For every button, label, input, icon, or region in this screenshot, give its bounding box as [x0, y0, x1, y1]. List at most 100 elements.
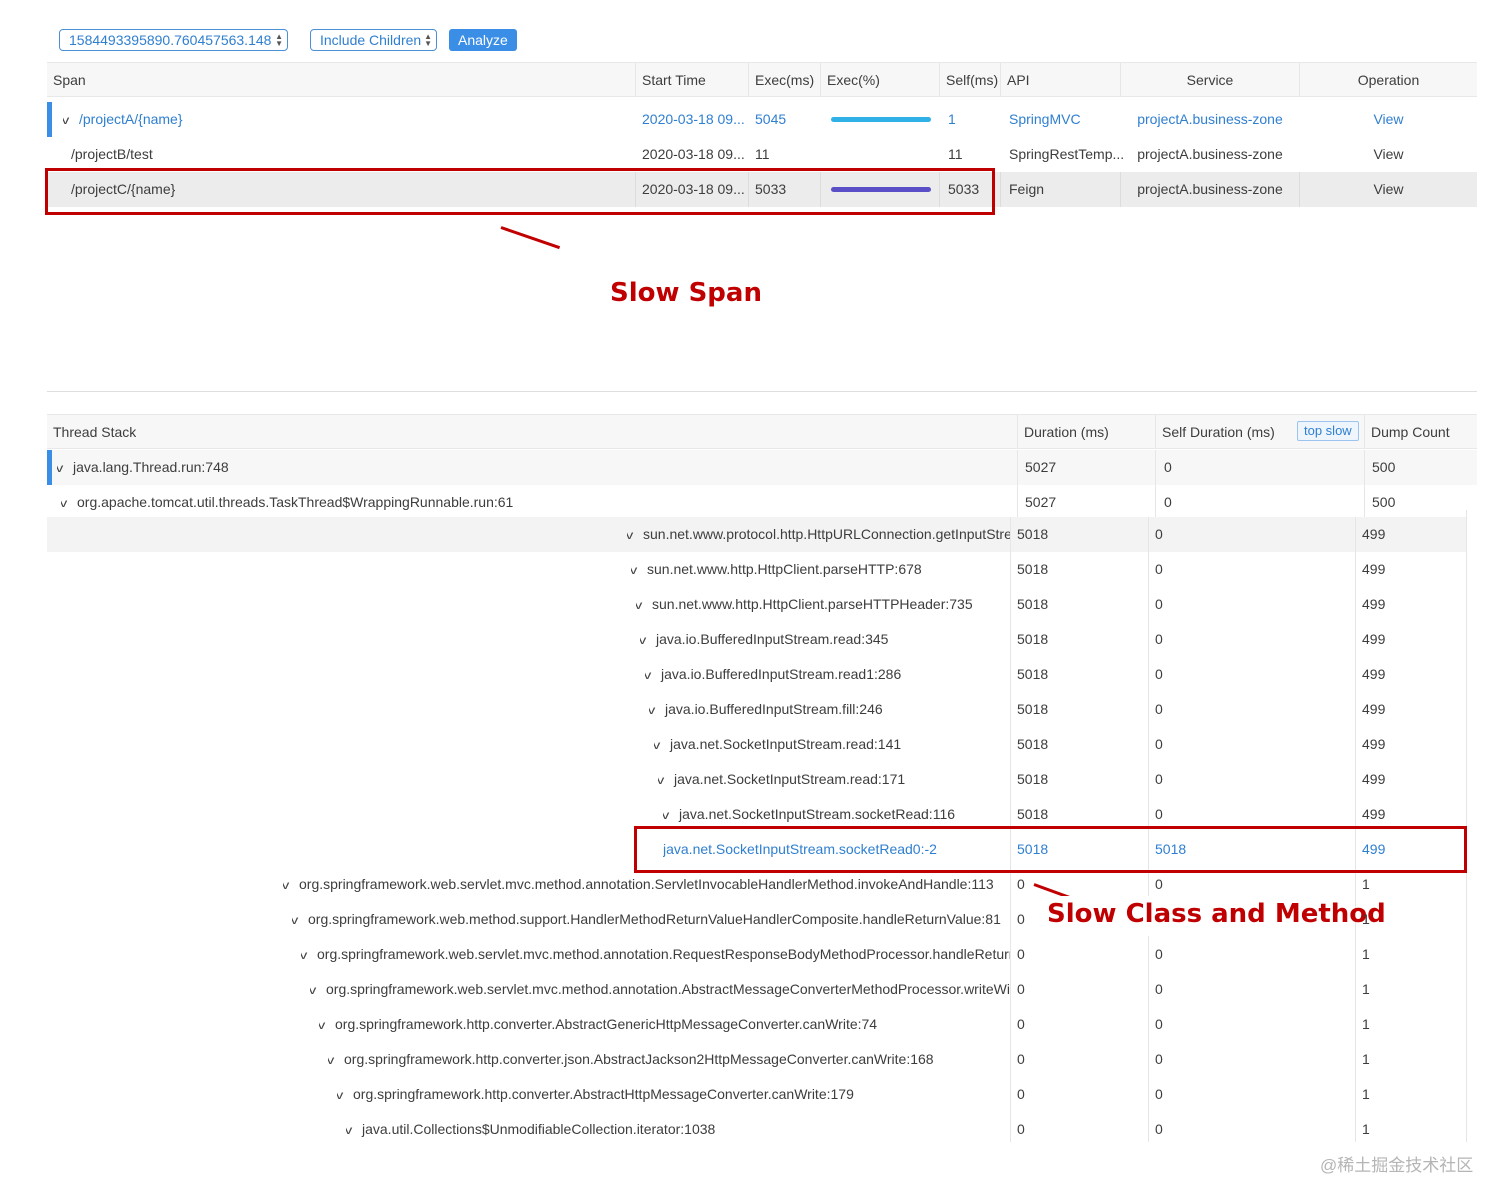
thread-self-duration: 0	[1155, 1016, 1163, 1032]
col-dump-count: Dump Count	[1371, 424, 1450, 440]
thread-method: vjava.util.Collections$UnmodifiableColle…	[346, 1112, 1010, 1147]
thread-method-text: org.springframework.web.servlet.mvc.meth…	[317, 946, 1010, 962]
thread-row[interactable]: vjava.net.SocketInputStream.read:171 501…	[0, 762, 1466, 797]
thread-row[interactable]: vorg.springframework.web.servlet.mvc.met…	[0, 937, 1466, 972]
chevron-down-icon[interactable]: v	[310, 973, 322, 1007]
chevron-down-icon[interactable]: v	[631, 553, 643, 587]
thread-duration: 5018	[1017, 771, 1049, 787]
span-name-text: /projectA/{name}	[79, 111, 183, 127]
thread-row[interactable]: vsun.net.www.protocol.http.HttpURLConnec…	[0, 517, 1466, 552]
thread-row[interactable]: vjava.util.Collections$UnmodifiableColle…	[0, 1112, 1466, 1147]
thread-row[interactable]: vjava.io.BufferedInputStream.read1:286 5…	[0, 657, 1466, 692]
children-select[interactable]: Include Children ▲ ▼	[310, 29, 437, 51]
span-start-time: 2020-03-18 09...	[642, 146, 745, 162]
thread-method-text: java.net.SocketInputStream.read:171	[674, 771, 906, 787]
span-row-projectB[interactable]: /projectB/test 2020-03-18 09... 11 11 Sp…	[47, 137, 1477, 172]
thread-self-duration: 0	[1155, 1051, 1163, 1067]
thread-row[interactable]: vorg.apache.tomcat.util.threads.TaskThre…	[47, 485, 1477, 520]
thread-row[interactable]: vorg.springframework.http.converter.json…	[0, 1042, 1466, 1077]
span-exec-ms: 11	[755, 146, 770, 162]
span-table-header: Span Start Time Exec(ms) Exec(%) Self(ms…	[47, 62, 1477, 97]
span-api: SpringRestTemp...	[1009, 146, 1125, 162]
chevron-down-icon[interactable]: v	[328, 1043, 340, 1077]
col-self-ms: Self(ms)	[946, 72, 999, 88]
chevron-down-icon[interactable]: v	[57, 451, 69, 485]
thread-method-text: sun.net.www.http.HttpClient.parseHTTPHea…	[652, 596, 973, 612]
view-link[interactable]: View	[1300, 102, 1477, 137]
thread-row[interactable]: vjava.io.BufferedInputStream.fill:246 50…	[0, 692, 1466, 727]
span-service: projectA.business-zone	[1137, 111, 1283, 127]
thread-self-duration: 0	[1155, 981, 1163, 997]
view-link[interactable]: View	[1300, 137, 1477, 172]
thread-dump-count: 499	[1362, 561, 1386, 577]
chevron-down-icon[interactable]: v	[301, 938, 313, 972]
thread-self-duration: 0	[1155, 1086, 1163, 1102]
thread-method-text: java.net.SocketInputStream.socketRead:11…	[679, 806, 956, 822]
chevron-down-icon[interactable]: v	[654, 728, 666, 762]
thread-method-text: java.io.BufferedInputStream.read:345	[656, 631, 889, 647]
chevron-down-icon[interactable]: v	[61, 486, 73, 520]
span-row-projectA[interactable]: v/projectA/{name} 2020-03-18 09... 5045 …	[47, 102, 1477, 137]
span-name[interactable]: v/projectA/{name}	[63, 102, 183, 137]
thread-method: vorg.springframework.http.converter.json…	[328, 1042, 1010, 1077]
chevron-down-icon[interactable]: v	[645, 658, 657, 692]
slow-method-highlight	[634, 826, 1467, 873]
chevron-down-icon[interactable]: v	[640, 623, 652, 657]
col-exec-pct: Exec(%)	[827, 72, 880, 88]
thread-method-text: org.springframework.http.converter.Abstr…	[353, 1086, 854, 1102]
chevron-down-icon[interactable]: v	[627, 518, 639, 552]
thread-self-duration: 0	[1155, 1121, 1163, 1137]
chevron-down-icon[interactable]: v	[63, 103, 75, 137]
chevron-down-icon[interactable]: v	[649, 693, 661, 727]
selected-indicator	[47, 450, 52, 485]
thread-method: vjava.io.BufferedInputStream.read:345	[640, 622, 1010, 657]
span-service: projectA.business-zone	[1137, 181, 1283, 197]
chevron-down-icon[interactable]: v	[319, 1008, 331, 1042]
thread-row[interactable]: vsun.net.www.http.HttpClient.parseHTTPHe…	[0, 587, 1466, 622]
thread-duration: 5018	[1017, 596, 1049, 612]
thread-method-text: java.net.SocketInputStream.read:141	[670, 736, 902, 752]
chevron-down-icon[interactable]: v	[292, 903, 304, 937]
thread-method: vorg.apache.tomcat.util.threads.TaskThre…	[61, 485, 513, 520]
thread-self-duration: 0	[1155, 596, 1163, 612]
col-self-duration: Self Duration (ms)	[1162, 424, 1275, 440]
span-self-ms: 11	[948, 146, 963, 162]
thread-self-duration: 0	[1164, 459, 1172, 475]
top-slow-button[interactable]: top slow	[1297, 421, 1359, 441]
view-link[interactable]: View	[1300, 172, 1477, 207]
thread-row[interactable]: vsun.net.www.http.HttpClient.parseHTTP:6…	[0, 552, 1466, 587]
thread-dump-count: 499	[1362, 596, 1386, 612]
chevron-down-icon[interactable]: v	[658, 763, 670, 797]
chevron-down-icon[interactable]: v	[283, 868, 295, 902]
thread-row[interactable]: vorg.springframework.http.converter.Abst…	[0, 1007, 1466, 1042]
chevron-down-icon[interactable]: v	[636, 588, 648, 622]
thread-row[interactable]: vjava.net.SocketInputStream.read:141 501…	[0, 727, 1466, 762]
analyze-button[interactable]: Analyze	[449, 29, 517, 51]
thread-method-text: org.springframework.http.converter.json.…	[344, 1051, 934, 1067]
snapshot-select[interactable]: 1584493395890.760457563.148 ▲ ▼	[59, 29, 288, 51]
section-divider	[47, 391, 1477, 392]
col-start-time: Start Time	[642, 72, 706, 88]
thread-row[interactable]: vjava.io.BufferedInputStream.read:345 50…	[0, 622, 1466, 657]
thread-duration: 0	[1017, 1051, 1025, 1067]
slow-span-label: Slow Span	[610, 278, 762, 308]
thread-row[interactable]: vorg.springframework.http.converter.Abst…	[0, 1077, 1466, 1112]
thread-method: vsun.net.www.http.HttpClient.parseHTTP:6…	[631, 552, 1010, 587]
thread-self-duration: 0	[1155, 701, 1163, 717]
col-exec-ms: Exec(ms)	[755, 72, 815, 88]
thread-dump-count: 1	[1362, 1016, 1370, 1032]
thread-dump-count: 499	[1362, 666, 1386, 682]
thread-dump-count: 1	[1362, 1051, 1370, 1067]
chevron-down-icon[interactable]: v	[337, 1078, 349, 1112]
thread-duration: 5018	[1017, 736, 1049, 752]
children-select-value: Include Children	[320, 32, 422, 48]
thread-duration: 0	[1017, 1121, 1025, 1137]
thread-row[interactable]: vorg.springframework.web.servlet.mvc.met…	[0, 972, 1466, 1007]
thread-method-text: java.io.BufferedInputStream.fill:246	[665, 701, 883, 717]
thread-method: vjava.io.BufferedInputStream.read1:286	[645, 657, 1010, 692]
snapshot-select-value: 1584493395890.760457563.148	[69, 32, 272, 48]
thread-method: vsun.net.www.http.HttpClient.parseHTTPHe…	[636, 587, 1010, 622]
thread-row[interactable]: vjava.lang.Thread.run:748 5027 0 500	[47, 450, 1477, 485]
thread-method-text: java.io.BufferedInputStream.read1:286	[661, 666, 902, 682]
chevron-down-icon[interactable]: v	[346, 1113, 358, 1147]
